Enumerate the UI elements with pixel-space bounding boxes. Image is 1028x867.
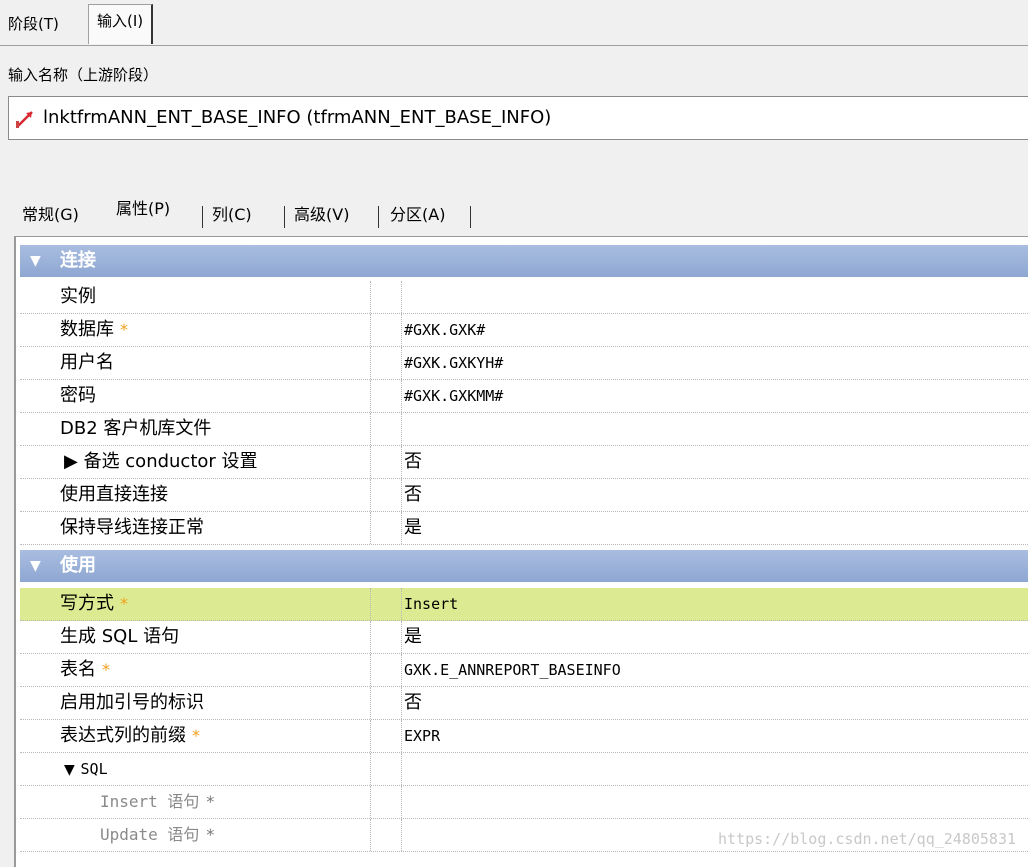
tab-properties[interactable]: 属性(P) [116, 198, 170, 220]
property-row-generate-sql[interactable]: 生成 SQL 语句 是 [20, 621, 1028, 654]
property-value[interactable]: #GXK.GXKMM# [404, 380, 503, 412]
property-value[interactable]: Insert [404, 588, 458, 620]
property-value[interactable]: 是 [404, 621, 422, 653]
property-row-quoted-identifiers[interactable]: 启用加引号的标识 否 [20, 687, 1028, 720]
link-icon [15, 107, 37, 129]
category-usage[interactable]: ▼ 使用 [20, 550, 1028, 582]
property-name: Insert 语句 * [100, 792, 216, 811]
tab-general[interactable]: 常规(G) [22, 204, 79, 226]
cell-divider [370, 347, 402, 379]
category-label: 使用 [60, 555, 96, 576]
cell-divider [370, 654, 402, 686]
property-name: ▶ 备选 conductor 设置 [64, 451, 258, 472]
property-row-password[interactable]: 密码 #GXK.GXKMM# [20, 380, 1028, 413]
property-name: 保持导线连接正常 [60, 517, 204, 538]
property-row-write-mode[interactable]: 写方式 * Insert [20, 588, 1028, 621]
cell-divider [370, 819, 402, 851]
cell-divider [370, 588, 402, 620]
cell-divider [370, 621, 402, 653]
property-tab-bar: 常规(G) 属性(P) 列(C) 高级(V) 分区(A) [0, 196, 1028, 236]
property-name: 启用加引号的标识 [60, 692, 204, 713]
category-label: 连接 [60, 250, 96, 271]
input-name-label: 输入名称（上游阶段） [8, 66, 159, 84]
tab-input[interactable]: 输入(I) [88, 4, 154, 44]
tab-advanced[interactable]: 高级(V) [294, 204, 349, 226]
cell-divider [370, 413, 402, 445]
cell-divider [370, 314, 402, 346]
required-marker: * [205, 825, 216, 844]
property-name: Update 语句 * [100, 825, 216, 844]
property-row-username[interactable]: 用户名 #GXK.GXKYH# [20, 347, 1028, 380]
property-value[interactable]: 否 [404, 687, 422, 719]
tab-separator [284, 206, 285, 228]
property-name: DB2 客户机库文件 [60, 418, 212, 439]
property-value[interactable]: 是 [404, 512, 422, 544]
tab-divider [0, 45, 1028, 46]
property-row-db2-library[interactable]: DB2 客户机库文件 [20, 413, 1028, 446]
property-row-insert-statement[interactable]: Insert 语句 * [20, 786, 1028, 819]
property-value[interactable]: GXK.E_ANNREPORT_BASEINFO [404, 654, 621, 686]
stage-tab-bar: 阶段(T) 输入(I) [0, 0, 1028, 46]
cell-divider [370, 380, 402, 412]
cell-divider [370, 281, 402, 313]
input-name-value: lnktfrmANN_ENT_BASE_INFO (tfrmANN_ENT_BA… [43, 107, 552, 128]
property-name: 表名 * [60, 659, 110, 680]
property-row-sql[interactable]: ▼ SQL [20, 753, 1028, 786]
property-value[interactable]: 否 [404, 479, 422, 511]
property-name: 用户名 [60, 352, 114, 373]
tab-columns[interactable]: 列(C) [212, 204, 252, 226]
property-name: 数据库 * [60, 319, 128, 340]
input-name-select[interactable]: lnktfrmANN_ENT_BASE_INFO (tfrmANN_ENT_BA… [8, 96, 1028, 140]
property-name: 写方式 * [60, 593, 128, 614]
property-name: 生成 SQL 语句 [60, 626, 180, 647]
required-marker: * [205, 792, 216, 811]
property-row-alt-conductor[interactable]: ▶ 备选 conductor 设置 否 [20, 446, 1028, 479]
property-row-keep-alive[interactable]: 保持导线连接正常 是 [20, 512, 1028, 545]
tab-partitioning[interactable]: 分区(A) [390, 204, 445, 226]
tab-separator [470, 206, 471, 228]
watermark: https://blog.csdn.net/qq_24805831 [717, 830, 1016, 848]
collapse-triangle-icon[interactable]: ▼ [30, 245, 41, 277]
cell-divider [370, 786, 402, 818]
tab-separator [378, 206, 379, 228]
tab-stage[interactable]: 阶段(T) [8, 14, 59, 34]
cell-divider [370, 446, 402, 478]
property-row-database[interactable]: 数据库 * #GXK.GXK# [20, 314, 1028, 347]
category-connection[interactable]: ▼ 连接 [20, 245, 1028, 277]
property-value[interactable]: #GXK.GXK# [404, 314, 485, 346]
property-value[interactable]: #GXK.GXKYH# [404, 347, 503, 379]
property-grid: ▼ 连接 实例 数据库 * #GXK.GXK# 用户名 #GXK.GXKYH# 密… [14, 236, 1028, 867]
collapse-triangle-icon[interactable]: ▼ [30, 550, 41, 582]
expand-triangle-icon[interactable]: ▼ [64, 762, 75, 778]
property-row-expr-prefix[interactable]: 表达式列的前缀 * EXPR [20, 720, 1028, 753]
required-marker: * [120, 320, 128, 339]
required-marker: * [102, 660, 110, 679]
cell-divider [370, 479, 402, 511]
cell-divider [370, 687, 402, 719]
property-name: ▼ SQL [64, 760, 108, 778]
required-marker: * [120, 594, 128, 613]
required-marker: * [192, 726, 200, 745]
property-value[interactable]: 否 [404, 446, 422, 478]
cell-divider [370, 512, 402, 544]
property-row-table-name[interactable]: 表名 * GXK.E_ANNREPORT_BASEINFO [20, 654, 1028, 687]
property-row-instance[interactable]: 实例 [20, 281, 1028, 314]
cell-divider [370, 720, 402, 752]
cell-divider [370, 753, 402, 785]
property-name: 使用直接连接 [60, 484, 168, 505]
tab-separator [202, 206, 203, 228]
property-name: 实例 [60, 286, 96, 307]
property-name: 密码 [60, 385, 96, 406]
property-name: 表达式列的前缀 * [60, 725, 200, 746]
property-row-direct-connection[interactable]: 使用直接连接 否 [20, 479, 1028, 512]
property-value[interactable]: EXPR [404, 720, 440, 752]
